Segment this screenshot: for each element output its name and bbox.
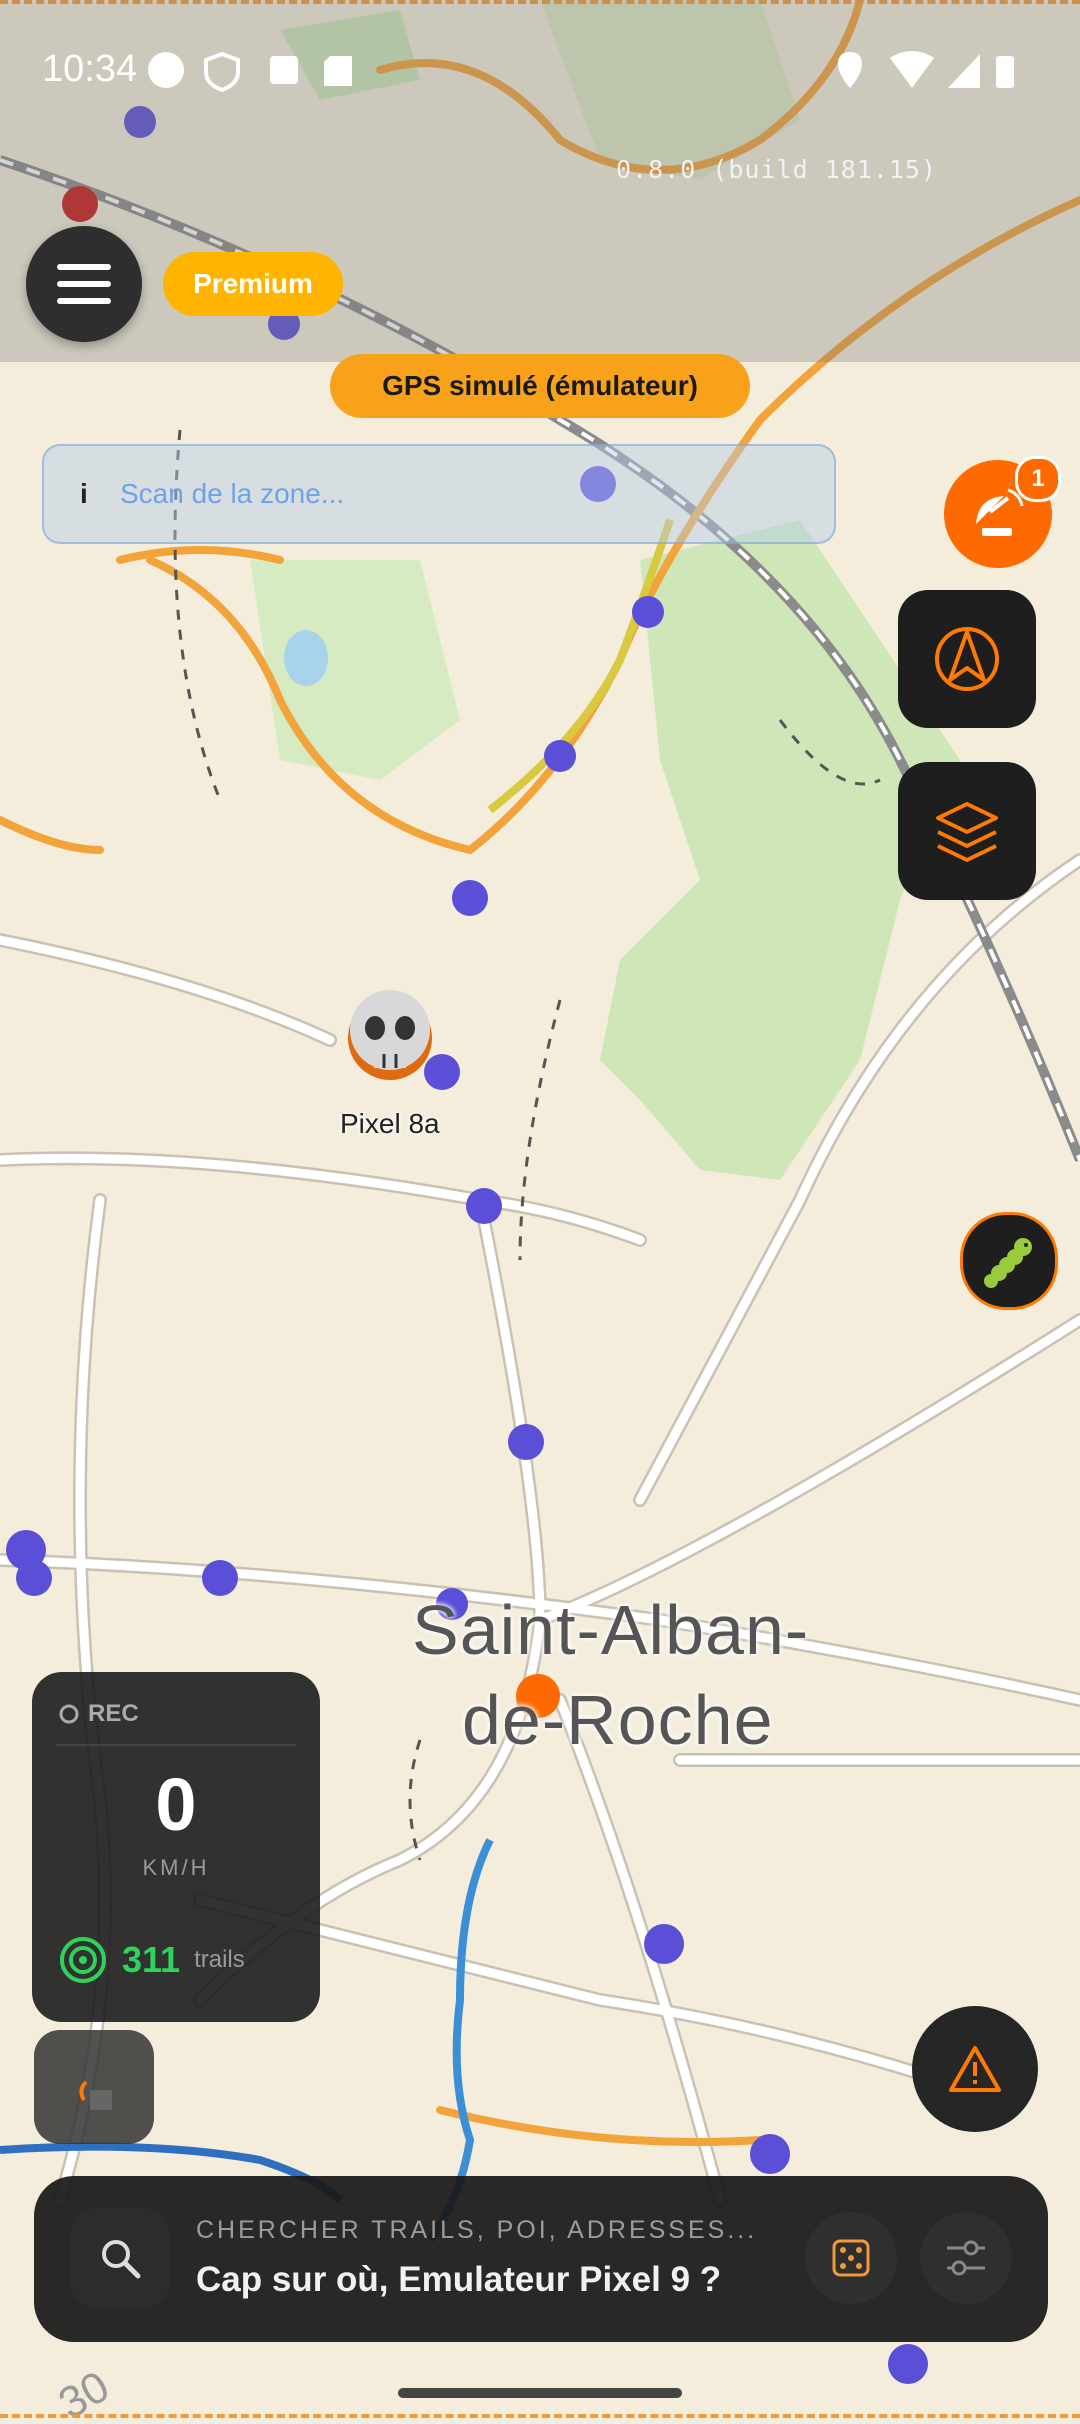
radar-badge: 1 (1015, 456, 1061, 502)
mini-widget-button[interactable] (34, 2030, 154, 2144)
pond (284, 630, 328, 686)
search-title[interactable]: Cap sur où, Emulateur Pixel 9 ? (196, 2260, 721, 2300)
device-marker-label: Pixel 8a (340, 1108, 440, 1139)
rec-text: REC (88, 1700, 139, 1727)
rec-divider (56, 1744, 296, 1746)
compass-button[interactable] (898, 590, 1036, 728)
shield-icon (204, 51, 240, 92)
skull-icon (348, 990, 432, 1080)
rec-label: REC (58, 1700, 139, 1728)
record-indicator-icon (59, 1704, 79, 1724)
sliders-icon (947, 2240, 985, 2276)
loading-arc-icon (79, 2080, 112, 2110)
sd-card-icon (324, 56, 352, 86)
gps-simulated-pill[interactable]: GPS simulé (émulateur) (330, 354, 750, 418)
battery-icon (996, 56, 1014, 88)
caterpillar-button[interactable] (960, 1212, 1058, 1310)
search-hint: CHERCHER TRAILS, POI, ADRESSES... (196, 2216, 758, 2244)
layers-button[interactable] (898, 762, 1036, 900)
trails-label: trails (194, 1946, 245, 1973)
status-time: 10:34 (42, 48, 138, 90)
version-label: 0.8.0 (build 181.15) (616, 155, 938, 184)
warning-icon (949, 2046, 1001, 2092)
radar-target-icon (60, 1937, 106, 1983)
random-button[interactable] (805, 2212, 897, 2304)
city-label-line2: de-Roche (462, 1681, 774, 1759)
location-icon (838, 52, 862, 88)
search-icon (102, 2240, 141, 2279)
status-icons (148, 51, 352, 92)
text-app-icon (270, 56, 298, 84)
speed-value: 0 (155, 1763, 197, 1846)
scan-zone-bar[interactable]: i Scan de la zone... (42, 444, 836, 544)
premium-button[interactable]: Premium (163, 252, 343, 316)
wifi-icon (890, 51, 934, 88)
scan-zone-text: Scan de la zone... (120, 478, 345, 509)
info-icon: i (80, 478, 88, 509)
filter-button[interactable] (920, 2212, 1012, 2304)
speed-unit: KM/H (142, 1855, 210, 1880)
search-button[interactable] (70, 2208, 170, 2308)
trails-counter[interactable]: 311 trails (58, 1930, 288, 1990)
dice-icon (832, 2239, 870, 2277)
signal-icon (948, 54, 980, 88)
caterpillar-icon (984, 1238, 1032, 1288)
hamburger-icon (57, 264, 111, 304)
bottom-dashed-border (0, 2414, 1080, 2418)
navigation-arrow-icon (935, 627, 999, 691)
menu-button[interactable] (26, 226, 142, 342)
city-label-line1: Saint-Alban- (412, 1591, 810, 1669)
trails-count: 311 (122, 1939, 181, 1980)
home-indicator[interactable] (398, 2388, 682, 2398)
layers-icon (936, 802, 998, 862)
status-icons-right (838, 51, 1014, 88)
status-dot-icon (148, 52, 184, 88)
report-hazard-button[interactable] (912, 2006, 1038, 2132)
